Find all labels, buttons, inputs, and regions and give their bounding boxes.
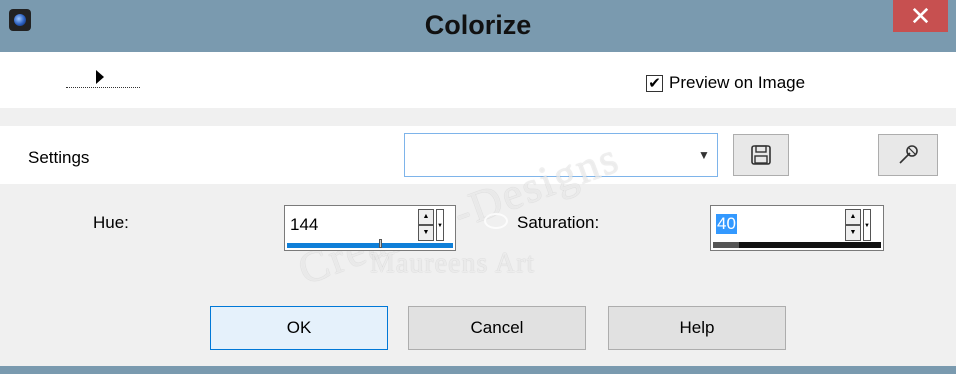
cancel-button[interactable]: Cancel: [408, 306, 586, 350]
floppy-disk-icon: [751, 145, 771, 165]
close-button[interactable]: ✕: [893, 0, 948, 32]
hue-field[interactable]: ▲ ▼ ▼: [284, 205, 456, 251]
bottom-border: [0, 366, 956, 374]
saturation-spinner[interactable]: ▲ ▼: [845, 209, 861, 241]
hue-label: Hue:: [93, 213, 129, 232]
chevron-down-icon[interactable]: ▼: [693, 136, 715, 174]
spin-up-icon[interactable]: ▲: [418, 209, 434, 225]
eye-icon: [484, 213, 508, 229]
settings-row: Settings ▼: [0, 126, 956, 184]
title-bar: Colorize ✕: [0, 0, 956, 52]
saturation-label: Saturation:: [517, 213, 600, 232]
ok-button[interactable]: OK: [210, 306, 388, 350]
settings-dropdown[interactable]: ▼: [404, 133, 718, 177]
spin-down-icon[interactable]: ▼: [418, 225, 434, 241]
hue-slider-thumb[interactable]: [379, 239, 383, 248]
saturation-field[interactable]: 40 ▲ ▼ ▼: [710, 205, 884, 251]
play-arrow-icon[interactable]: [66, 68, 140, 88]
saturation-slider-track[interactable]: [713, 242, 881, 248]
separator: [0, 108, 956, 126]
hue-slider-track[interactable]: [287, 239, 453, 248]
preview-row: ✔ Preview on Image: [0, 52, 956, 108]
reset-settings-button[interactable]: [878, 134, 938, 176]
preview-on-image-checkbox[interactable]: ✔ Preview on Image: [646, 73, 805, 93]
hue-spinner[interactable]: ▲ ▼: [418, 209, 434, 241]
hue-dropdown-icon[interactable]: ▼: [436, 209, 444, 241]
settings-label: Settings: [28, 148, 90, 167]
spin-down-icon[interactable]: ▼: [845, 225, 861, 241]
window-title: Colorize: [424, 10, 532, 40]
hue-input[interactable]: [290, 215, 390, 235]
checkmark-icon[interactable]: ✔: [646, 74, 663, 92]
preview-on-image-label: Preview on Image: [669, 73, 806, 92]
save-settings-button[interactable]: [733, 134, 789, 176]
saturation-dropdown-icon[interactable]: ▼: [863, 209, 871, 241]
saturation-slider-fill: [713, 242, 740, 248]
help-button[interactable]: Help: [608, 306, 786, 350]
reset-settings-icon: [899, 145, 918, 164]
spin-up-icon[interactable]: ▲: [845, 209, 861, 225]
saturation-input[interactable]: 40: [716, 214, 737, 234]
